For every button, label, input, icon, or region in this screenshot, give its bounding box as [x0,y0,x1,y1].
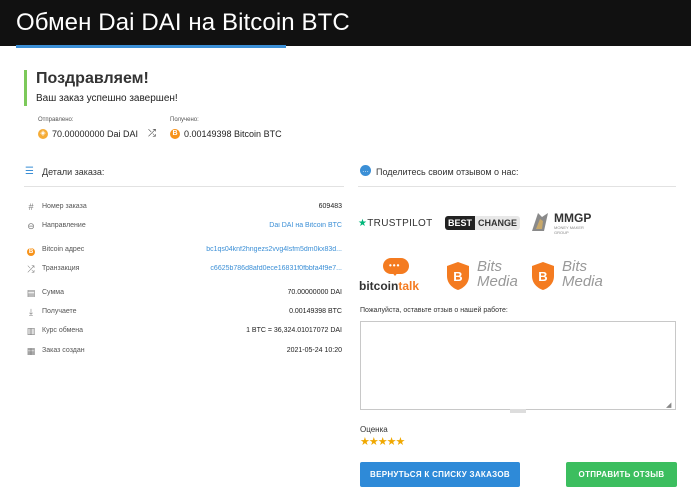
resize-corner-icon[interactable]: ◢ [666,401,671,409]
detail-value: 1 BTC = 36,324.01017072 DAI [246,327,342,334]
success-subtitle: Ваш заказ успешно завершен! [36,93,178,104]
bar-chart-icon: ▥ [26,326,36,336]
bitcoin-coin-icon: B [170,129,180,139]
sent-value: 70.00000000 Dai DAI [52,129,139,139]
hash-icon: # [28,202,34,212]
detail-row-exchange-rate: ▥ Курс обмена 1 BTC = 36,324.01017072 DA… [24,326,344,340]
bitcoin-address-link[interactable]: bc1qs04knf2hngezs2vvg4lsfm5dm0kx83d... [206,246,342,253]
detail-row-transaction: ⤮ Транзакция c6625b786d8afd0ece16831f0fb… [24,264,344,278]
star-icon: ★ [358,218,368,229]
dai-coin-icon: ◈ [38,129,48,139]
success-title: Поздравляем! [36,70,149,87]
header-accent-bar [16,45,286,48]
back-to-orders-button[interactable]: ВЕРНУТЬСЯ К СПИСКУ ЗАКАЗОВ [360,462,520,487]
mmgp-emblem-icon [532,213,548,231]
svg-text:B: B [538,269,547,284]
success-indicator-bar [24,70,27,106]
shuffle-icon: ⤮ [148,128,156,139]
bitcoin-shield-icon: B [447,262,469,290]
bitsmedia-logo[interactable]: B Bits Media [445,259,518,291]
detail-value: 0.00149398 BTC [289,308,342,315]
detail-value: 2021-05-24 10:20 [286,347,342,354]
bitcoin-shield-icon: B [532,262,554,290]
arrow-right-circle-icon: ⊖ [27,221,35,231]
detail-label: Сумма [42,289,64,296]
rating-label: Оценка [360,425,388,434]
calendar-icon: ▦ [26,346,36,356]
detail-label: Направление [42,222,86,229]
detail-row-bitcoin-address: B Bitcoin адрес bc1qs04knf2hngezs2vvg4ls… [24,245,344,259]
send-review-button[interactable]: ОТПРАВИТЬ ОТЗЫВ [566,462,677,487]
page-title: Обмен Dai DAI на Bitcoin BTC [16,9,350,36]
received-label: Получено: [170,117,199,123]
detail-label: Номер заказа [42,203,87,210]
review-divider [358,186,676,187]
detail-row-receive: ⤓ Получаете 0.00149398 BTC [24,307,344,321]
download-icon: ⤓ [29,307,33,317]
review-section-title: Поделитесь своим отзывом о нас: [376,167,519,177]
direction-link[interactable]: Dai DAI на Bitcoin BTC [269,222,342,229]
list-icon: ☰ [25,166,34,177]
svg-text:B: B [453,269,462,284]
detail-label: Курс обмена [42,327,84,334]
detail-label: Получаете [42,308,77,315]
transaction-link[interactable]: c6625b786d8afd0ece16831f0fbbfa4f9e7... [210,265,342,272]
detail-value: 70.00000000 DAI [287,289,343,296]
review-prompt: Пожалуйста, оставьте отзыв о нашей работ… [360,307,508,314]
shuffle-icon: ⤮ [27,264,35,274]
sent-label: Отправлено: [38,117,74,123]
detail-label: Bitcoin адрес [42,246,85,253]
received-value: 0.00149398 Bitcoin BTC [184,129,282,139]
bitcoin-icon: B [27,248,35,256]
bestchange-logo[interactable]: BEST CHANGE [445,216,521,231]
detail-label: Заказ создан [42,347,85,354]
detail-row-order-number: # Номер заказа 609483 [24,202,344,216]
chat-bubble-icon: … [360,165,371,176]
detail-row-created: ▦ Заказ создан 2021-05-24 10:20 [24,346,344,360]
trustpilot-logo[interactable]: ★TRUSTPILOT [358,218,433,229]
order-details-title: Детали заказа: [42,167,105,177]
details-divider [24,186,344,187]
detail-label: Транзакция [42,265,80,272]
page-header: Обмен Dai DAI на Bitcoin BTC [0,0,691,46]
rating-stars[interactable]: ★★★★★ [360,435,405,448]
detail-row-direction: ⊖ Направление Dai DAI на Bitcoin BTC [24,221,344,235]
detail-value: 609483 [318,203,342,210]
resize-grip[interactable] [510,409,526,413]
review-textarea[interactable] [360,321,676,410]
detail-row-amount: ▤ Сумма 70.00000000 DAI [24,288,344,302]
coins-icon: ▤ [26,288,36,298]
bitsmedia-logo-alt[interactable]: B Bits Media [530,259,603,291]
